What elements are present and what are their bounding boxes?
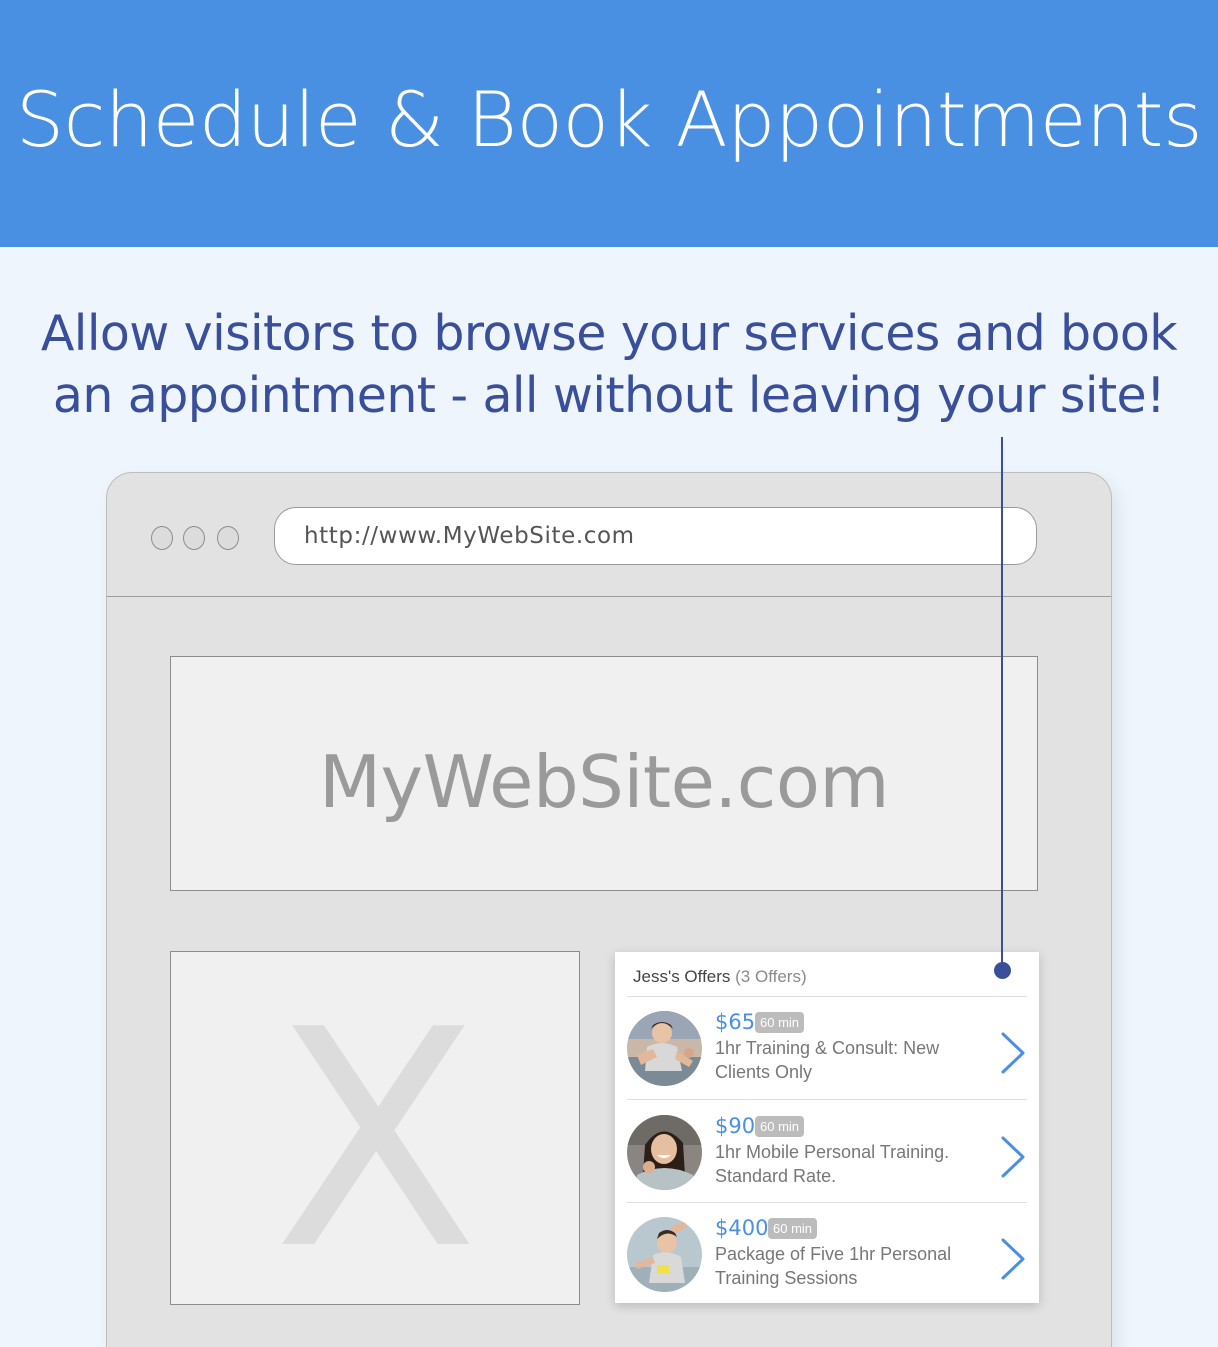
- window-control-dot-1[interactable]: [151, 526, 173, 550]
- offer-price: $90: [715, 1114, 756, 1138]
- placeholder-x-icon: X: [273, 966, 479, 1304]
- callout-line: [1001, 437, 1003, 970]
- offer-avatar: [627, 1011, 702, 1086]
- woman-stretching-photo-icon: [627, 1011, 702, 1086]
- site-banner-text: MyWebSite.com: [318, 739, 890, 824]
- offer-price: $400: [715, 1216, 769, 1240]
- offer-item[interactable]: $400 60 min Package of Five 1hr Personal…: [615, 1203, 1039, 1303]
- hero-title: Schedule & Book Appointments: [15, 75, 1203, 164]
- page: Schedule & Book Appointments Allow visit…: [0, 0, 1218, 1347]
- offer-avatar: [627, 1217, 702, 1292]
- offers-title: Jess's Offers: [633, 967, 731, 986]
- offer-description: 1hr Training & Consult: New Clients Only: [715, 1038, 940, 1082]
- woman-smiling-photo-icon: [627, 1115, 702, 1190]
- offer-duration-badge: 60 min: [768, 1218, 818, 1239]
- offer-description: 1hr Mobile Personal Training. Standard R…: [715, 1142, 950, 1186]
- browser-toolbar: http://www.MyWebSite.com: [107, 473, 1111, 597]
- offers-count: (3 Offers): [735, 967, 807, 986]
- callout-dot: [994, 962, 1011, 979]
- hero-banner: Schedule & Book Appointments: [0, 0, 1218, 247]
- subtitle-line-1: Allow visitors to browse your services a…: [40, 305, 1178, 362]
- subtitle: Allow visitors to browse your services a…: [0, 303, 1218, 427]
- subtitle-line-2: an appointment - all without leaving you…: [52, 367, 1166, 424]
- offer-duration-badge: 60 min: [755, 1012, 805, 1033]
- address-bar[interactable]: http://www.MyWebSite.com: [274, 507, 1037, 565]
- offer-duration-badge: 60 min: [755, 1116, 805, 1137]
- offers-widget: Jess's Offers (3 Offers) $65 60 min 1hr …: [615, 952, 1039, 1303]
- offer-avatar: [627, 1115, 702, 1190]
- divider: [627, 1099, 1027, 1100]
- chevron-right-icon[interactable]: [999, 1237, 1027, 1281]
- offer-item[interactable]: $65 60 min 1hr Training & Consult: New C…: [615, 997, 1039, 1097]
- browser-mockup: http://www.MyWebSite.com MyWebSite.com X…: [106, 472, 1112, 1347]
- window-control-dot-2[interactable]: [183, 526, 205, 550]
- site-banner: MyWebSite.com: [170, 656, 1038, 891]
- woman-side-stretch-photo-icon: [627, 1217, 702, 1292]
- window-control-dot-3[interactable]: [217, 526, 239, 550]
- image-placeholder: X: [170, 951, 580, 1305]
- offer-item[interactable]: $90 60 min 1hr Mobile Personal Training.…: [615, 1101, 1039, 1201]
- offer-price: $65: [715, 1010, 756, 1034]
- chevron-right-icon[interactable]: [999, 1135, 1027, 1179]
- placeholder-x-glyph: X: [273, 966, 479, 1304]
- offer-description: Package of Five 1hr Personal Training Se…: [715, 1244, 952, 1288]
- address-bar-url: http://www.MyWebSite.com: [304, 523, 635, 549]
- chevron-right-icon[interactable]: [999, 1031, 1027, 1075]
- offers-header: Jess's Offers (3 Offers): [633, 966, 1029, 996]
